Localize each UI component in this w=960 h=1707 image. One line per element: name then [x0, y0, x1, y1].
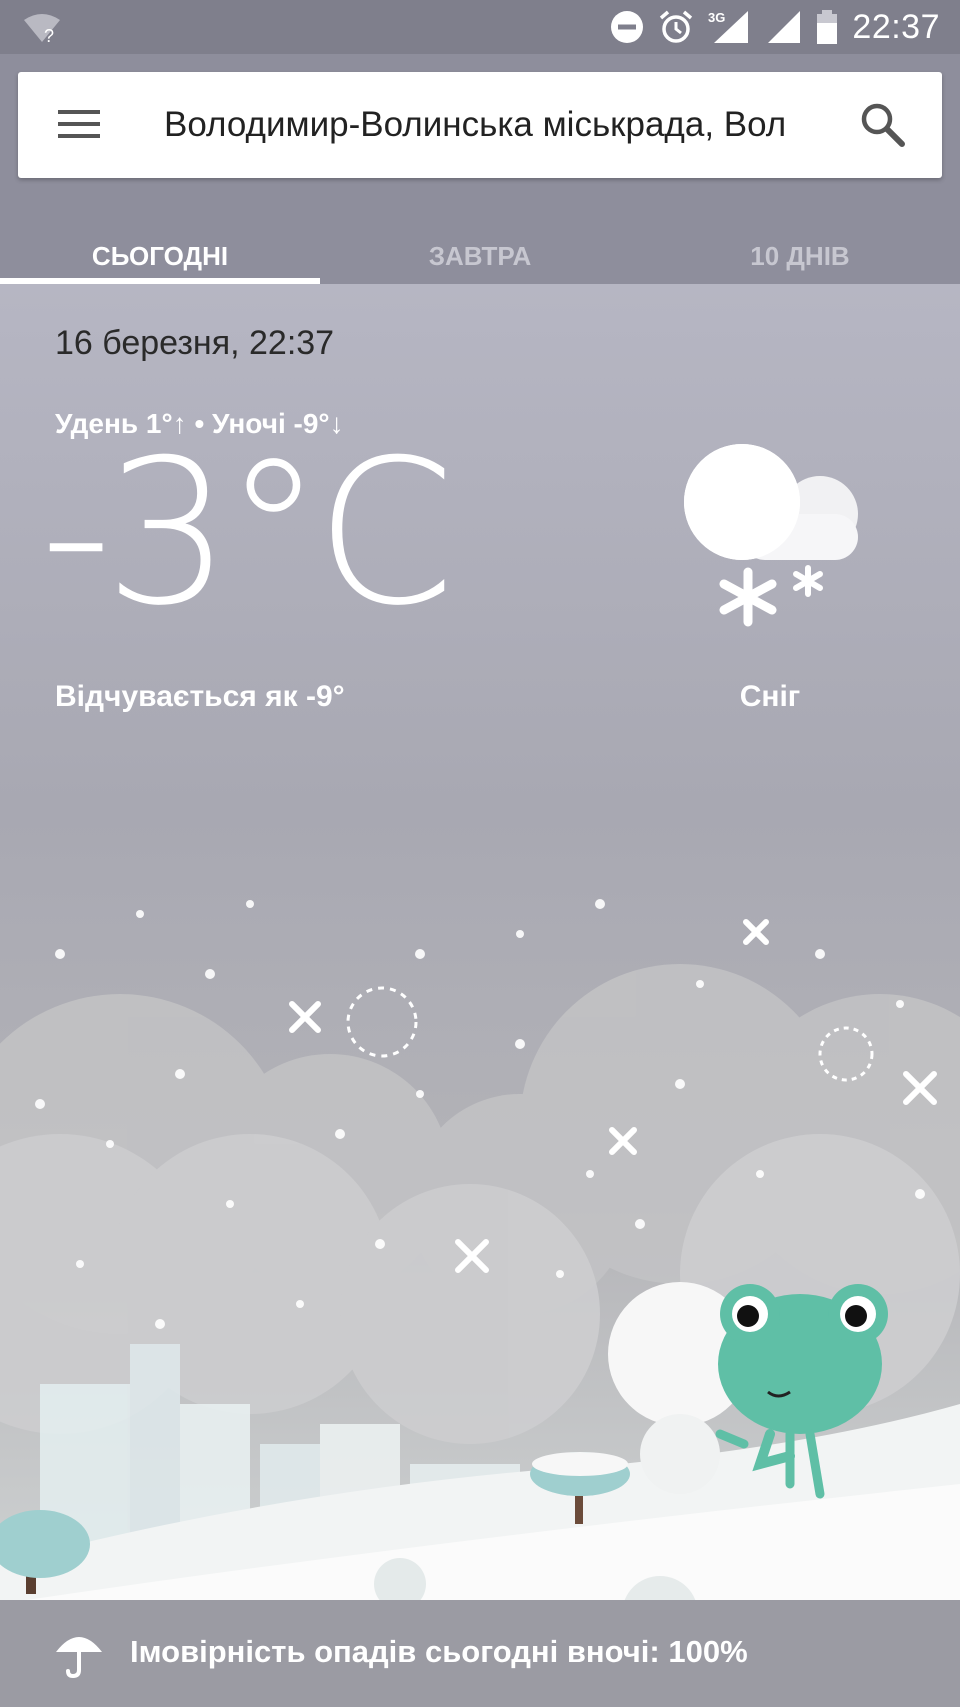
tab-today[interactable]: СЬОГОДНІ — [0, 230, 320, 284]
precipitation-footer: Імовірність опадів сьогодні вночі: 100% — [0, 1600, 960, 1707]
app-header: Володимир-Волинська міськрада, Вол СЬОГО… — [0, 54, 960, 284]
winter-illustration — [0, 899, 960, 1600]
location-search-input[interactable]: Володимир-Волинська міськрада, Вол — [164, 100, 824, 150]
current-temperature: -3°C — [40, 417, 455, 650]
precipitation-chance: Імовірність опадів сьогодні вночі: 100% — [130, 1634, 748, 1669]
umbrella-icon — [56, 1637, 102, 1678]
status-bar: ? 3G 22:37 — [0, 0, 960, 54]
do-not-disturb-icon — [611, 11, 644, 43]
clock: 22:37 — [852, 7, 940, 46]
wifi-unknown-icon: ? — [24, 14, 60, 44]
hamburger-menu-icon[interactable] — [58, 102, 104, 148]
feels-like: Відчувається як -9° — [55, 680, 345, 713]
search-icon[interactable] — [858, 100, 908, 150]
cloud-snow-icon — [684, 444, 858, 627]
date-time: 16 березня, 22:37 — [55, 324, 335, 362]
alarm-icon — [660, 10, 693, 43]
condition-label: Сніг — [739, 680, 801, 713]
battery-icon — [817, 10, 838, 44]
svg-text:?: ? — [44, 26, 54, 44]
tab-bar: СЬОГОДНІ ЗАВТРА 10 ДНІВ — [0, 230, 960, 284]
signal-3g-icon: 3G — [708, 10, 749, 43]
svg-text:3G: 3G — [708, 10, 725, 25]
search-bar[interactable]: Володимир-Волинська міськрада, Вол — [18, 72, 942, 178]
signal-icon — [768, 11, 801, 43]
tab-tomorrow[interactable]: ЗАВТРА — [320, 230, 640, 284]
weather-panel: 16 березня, 22:37 Удень 1°↑ • Уночі -9°↓… — [0, 284, 960, 1600]
tab-10-days[interactable]: 10 ДНІВ — [640, 230, 960, 284]
